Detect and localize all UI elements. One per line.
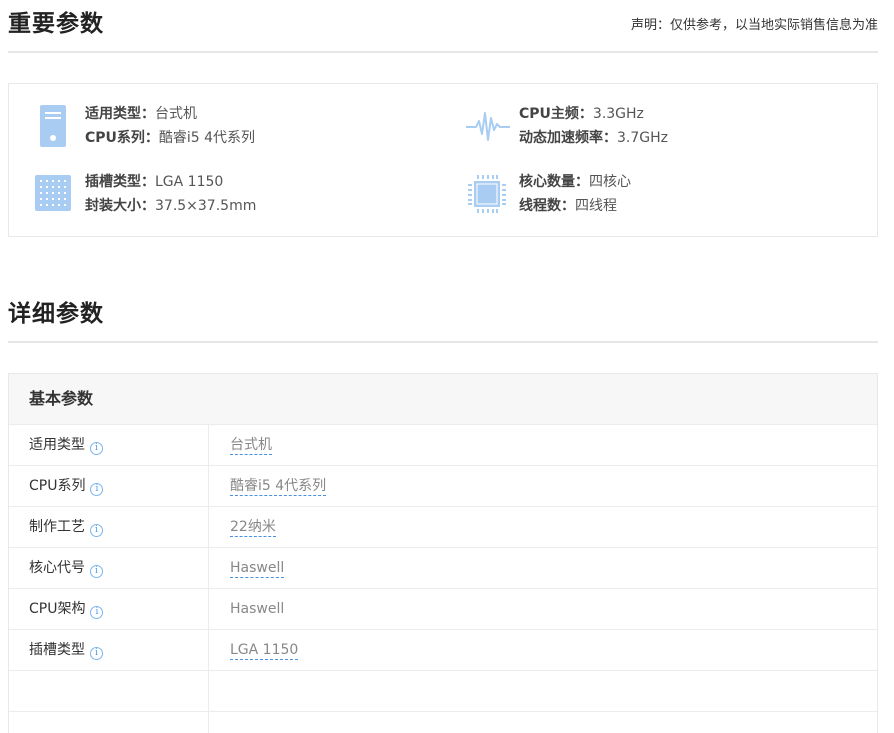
param-name: CPU系列 xyxy=(29,478,86,494)
table-row: 核心代号 i Haswell xyxy=(9,548,877,589)
title-divider xyxy=(8,51,878,53)
param-name: CPU架构 xyxy=(29,601,86,617)
frequency-wave-icon xyxy=(466,112,510,141)
param-value-link[interactable]: 酷睿i5 4代系列 xyxy=(230,478,327,496)
param-value-cell[interactable]: Haswell xyxy=(230,548,285,588)
param-name-cell: 制作工艺 i xyxy=(9,507,209,547)
param-name-cell: CPU系列 i xyxy=(9,466,209,506)
info-icon[interactable]: i xyxy=(90,483,104,496)
key-value: 台式机 xyxy=(155,106,197,122)
key-label: 插槽类型： xyxy=(85,174,155,190)
param-name: 插槽类型 xyxy=(29,642,85,658)
key-label: 适用类型： xyxy=(85,106,155,122)
param-value: Haswell xyxy=(230,601,285,617)
info-icon[interactable]: i xyxy=(90,524,103,537)
param-name-cell: 核心代号 i xyxy=(9,548,209,588)
key-label: CPU系列： xyxy=(85,130,159,146)
key-label: CPU主频： xyxy=(519,106,593,122)
table-row xyxy=(9,712,877,733)
key-label: 线程数： xyxy=(519,198,575,214)
param-name: 制作工艺 xyxy=(29,519,85,535)
param-name-cell: CPU架构 i xyxy=(9,589,209,629)
important-params-box: 适用类型：台式机 CPU系列：酷睿i5 4代系列 CPU主频：3.3GHz 动态… xyxy=(8,83,878,237)
detail-params-title: 详细参数 xyxy=(8,301,104,327)
table-row: 制作工艺 i 22纳米 xyxy=(9,507,877,548)
param-name-cell: 插槽类型 i xyxy=(9,630,209,670)
param-name-cell xyxy=(9,712,209,733)
desktop-tower-icon xyxy=(40,105,66,147)
info-icon[interactable]: i xyxy=(90,606,104,619)
param-value-cell: Haswell xyxy=(230,589,284,629)
key-value: 3.7GHz xyxy=(617,130,668,146)
key-value: 3.3GHz xyxy=(592,106,644,122)
info-icon[interactable]: i xyxy=(90,565,103,578)
cpu-chip-icon xyxy=(468,175,506,213)
info-icon[interactable]: i xyxy=(90,647,103,660)
key-value: LGA 1150 xyxy=(155,174,224,190)
key-value: 37.5×37.5mm xyxy=(155,198,257,214)
detail-params-table: 基本参数 适用类型 i 台式机 CPU系列 i 酷睿i5 4代系列制作工艺 i 22纳米核心代… xyxy=(8,373,878,733)
info-icon[interactable]: i xyxy=(90,442,103,455)
socket-grid-icon xyxy=(35,175,71,211)
param-value-cell[interactable]: LGA 1150 xyxy=(230,630,299,670)
key-value: 四线程 xyxy=(575,198,617,214)
key-label: 动态加速频率： xyxy=(519,130,617,146)
table-row: 适用类型 i 台式机 xyxy=(9,425,877,466)
important-params-title: 重要参数 xyxy=(8,11,104,37)
param-value-link[interactable]: Haswell xyxy=(230,560,285,578)
param-value-link[interactable]: 22纳米 xyxy=(230,519,276,537)
group-title: 基本参数 xyxy=(9,374,877,425)
param-value-link[interactable]: 台式机 xyxy=(230,437,272,455)
param-name: 适用类型 xyxy=(29,437,85,453)
disclaimer-text: 声明：仅供参考，以当地实际销售信息为准 xyxy=(630,18,878,33)
param-value-cell[interactable]: 22纳米 xyxy=(230,507,276,547)
table-row xyxy=(9,671,877,712)
param-name-cell xyxy=(9,671,209,711)
table-row: CPU系列 i 酷睿i5 4代系列 xyxy=(9,466,877,507)
param-name: 核心代号 xyxy=(29,560,85,576)
key-value: 四核心 xyxy=(589,174,631,190)
table-row: 插槽类型 i LGA 1150 xyxy=(9,630,877,671)
key-label: 核心数量： xyxy=(519,174,589,190)
param-value-cell[interactable]: 台式机 xyxy=(230,425,272,465)
param-name-cell: 适用类型 i xyxy=(9,425,209,465)
table-row: CPU架构 i Haswell xyxy=(9,589,877,630)
param-value-cell[interactable]: 酷睿i5 4代系列 xyxy=(230,466,327,506)
key-value: 酷睿i5 4代系列 xyxy=(158,130,256,146)
title-divider xyxy=(8,341,878,343)
param-value-link[interactable]: LGA 1150 xyxy=(230,642,299,660)
key-label: 封装大小： xyxy=(85,198,155,214)
